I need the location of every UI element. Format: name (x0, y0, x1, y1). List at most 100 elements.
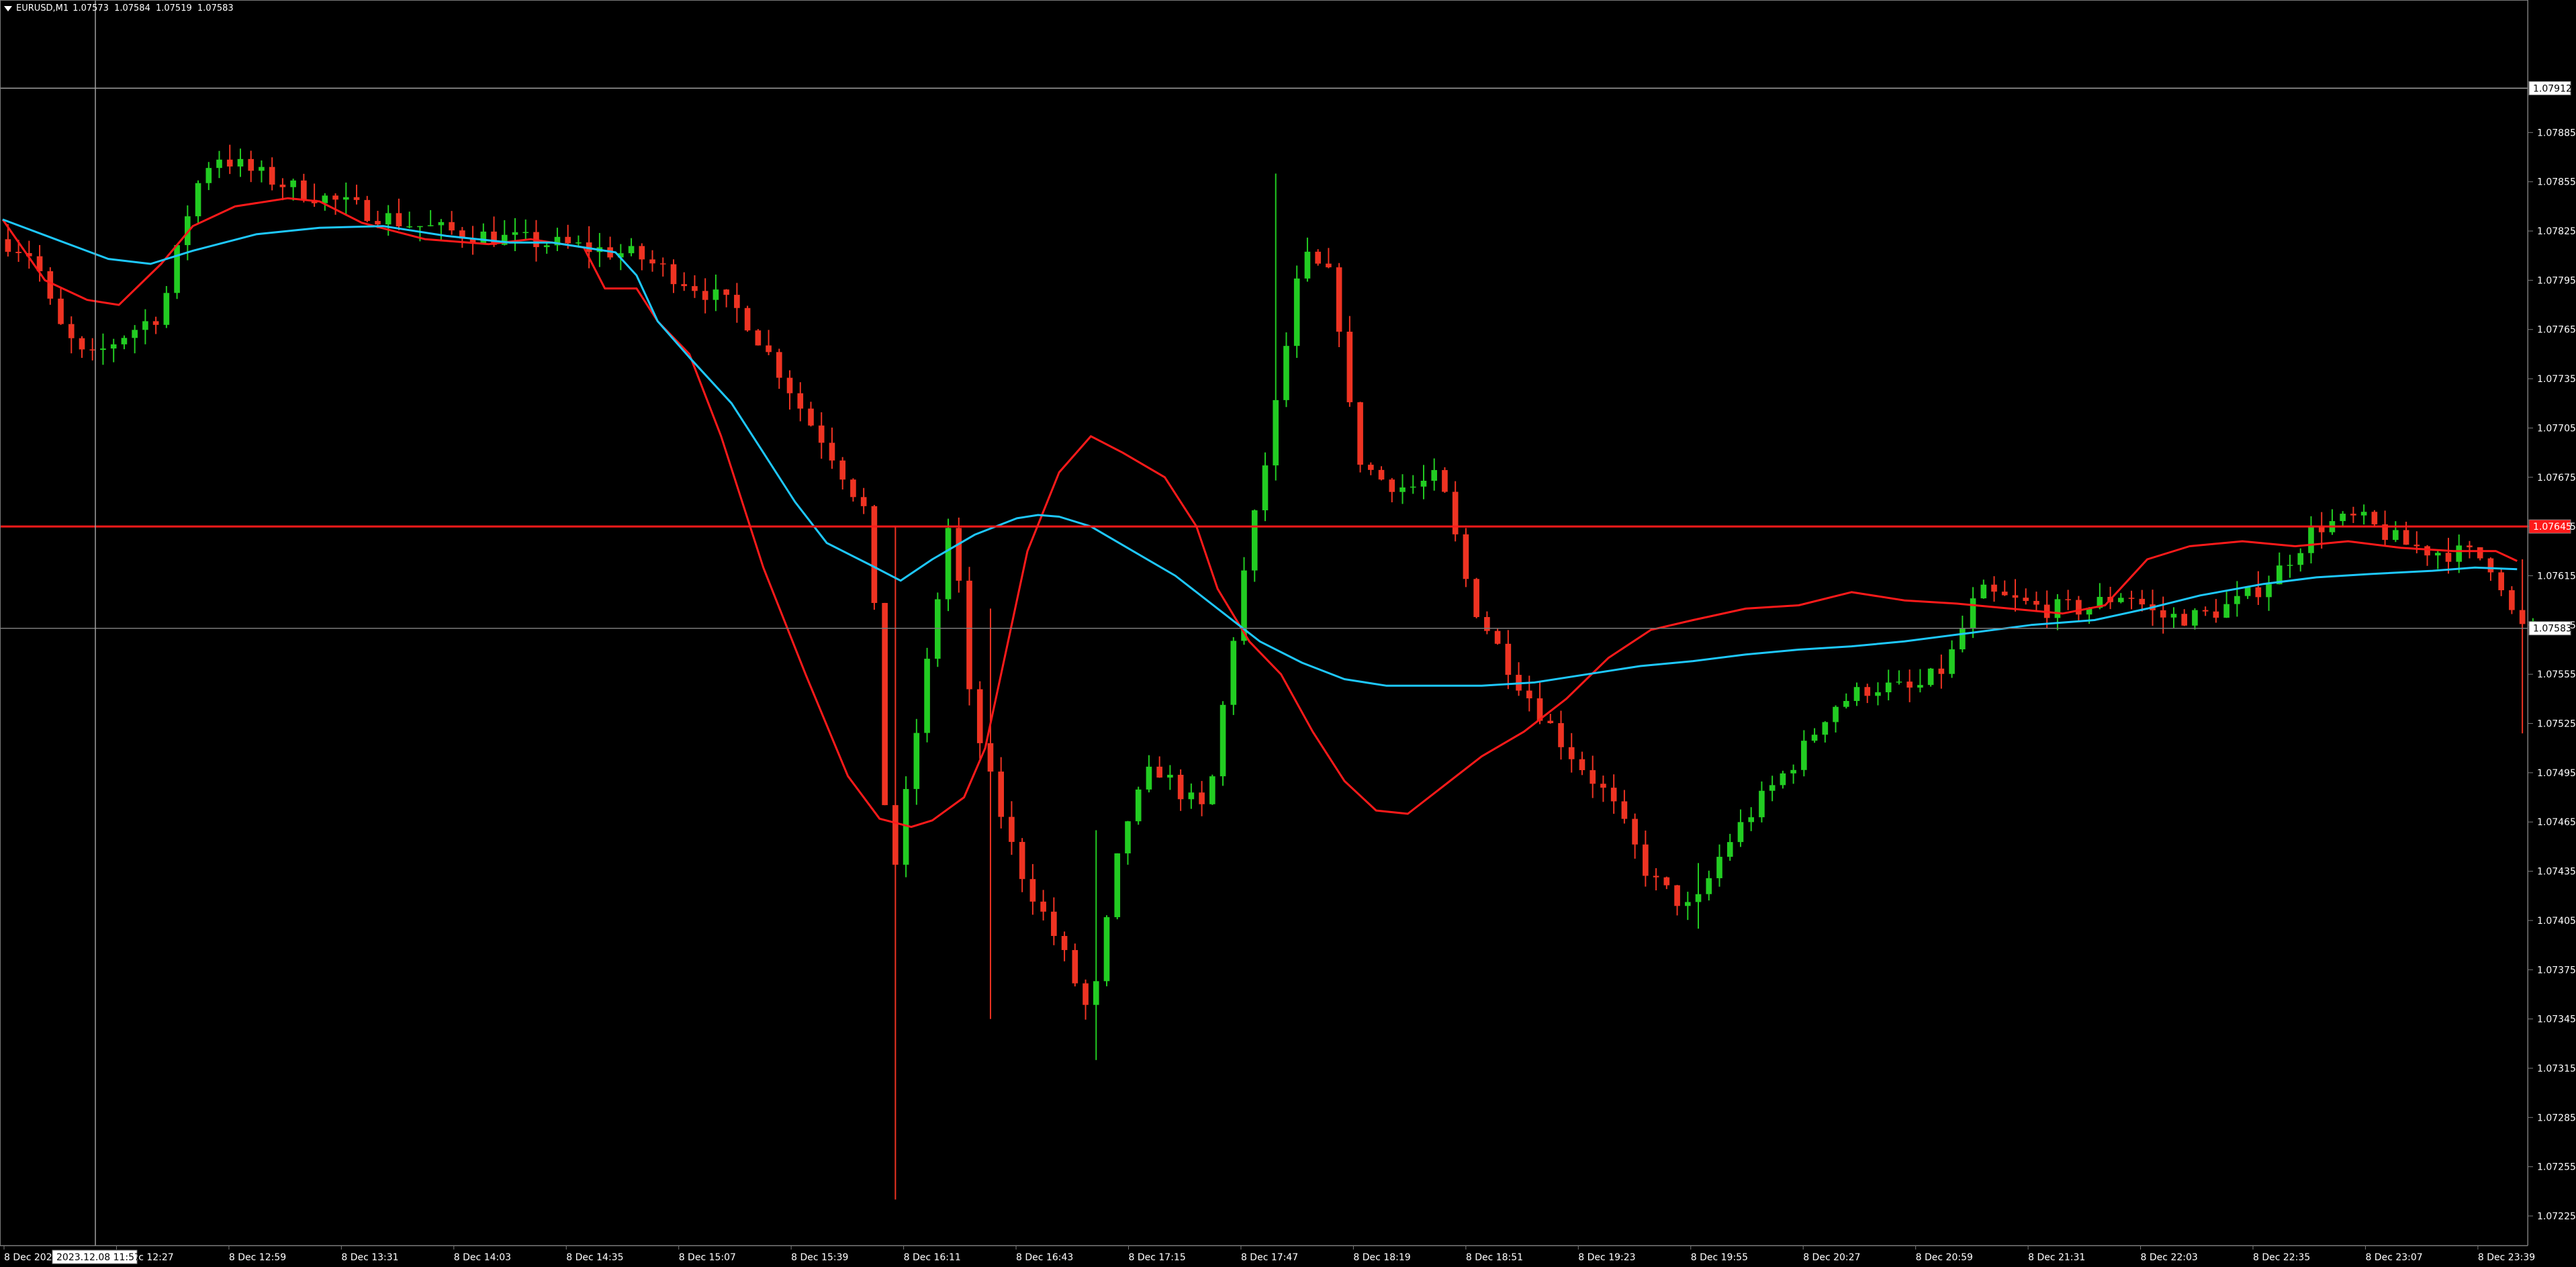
candle (79, 336, 85, 358)
candle (1346, 316, 1353, 407)
candle (1019, 838, 1025, 892)
candle-body (766, 345, 772, 353)
candle-body (2181, 614, 2188, 626)
candle (659, 257, 666, 277)
candle (364, 195, 371, 222)
candle (1167, 765, 1173, 790)
candle (2445, 537, 2452, 574)
price-tick-label: 1.07765 (2537, 325, 2576, 336)
candle-body (1420, 481, 1427, 487)
candle-body (2487, 558, 2494, 573)
symbol-dropdown-icon[interactable] (4, 6, 12, 11)
candle-body (79, 338, 85, 350)
candle (2276, 552, 2283, 585)
candle-body (2456, 545, 2463, 562)
candle-body (269, 167, 275, 185)
candle (342, 182, 349, 214)
candle (850, 478, 856, 502)
candle (1336, 263, 1342, 347)
candle-body (1748, 817, 1754, 823)
candle (2413, 531, 2420, 554)
candle (1463, 528, 1469, 588)
candle-body (2160, 610, 2166, 618)
candle-body (68, 324, 75, 338)
candle (607, 236, 613, 260)
moving-averages-layer (1, 197, 2518, 829)
time-axis[interactable]: 8 Dec 2023 8 Dec 12:27 8 Dec 12:59 8 Dec 13… (0, 1246, 2535, 1264)
candle-body (1019, 841, 1025, 880)
candle-body (2076, 600, 2082, 615)
candle-body (818, 425, 825, 443)
candle (406, 212, 412, 228)
candle (237, 148, 244, 177)
candle (1610, 774, 1617, 814)
candle (712, 274, 719, 312)
candle-body (2477, 547, 2483, 559)
candle (1684, 892, 1691, 921)
candle (1780, 770, 1786, 789)
candle-body (1209, 776, 1215, 804)
candle (121, 335, 128, 350)
candle (1368, 462, 1374, 475)
candle (1590, 755, 1596, 798)
candle-body (956, 528, 962, 581)
candle-body (396, 213, 402, 227)
candle (1040, 890, 1046, 921)
time-tick-label: 8 Dec 23:07 (2365, 1252, 2422, 1263)
candle-body (1568, 747, 1575, 759)
candle-body (1727, 842, 1733, 857)
candle-body (2445, 553, 2452, 562)
candle-body (216, 159, 222, 169)
candle (2255, 571, 2262, 606)
candle (2371, 510, 2378, 528)
candle-body (2234, 596, 2240, 604)
price-tick-label: 1.07225 (2537, 1211, 2576, 1222)
candle-body (945, 528, 952, 600)
candle (290, 179, 296, 201)
candle (576, 235, 582, 247)
candle-body (1368, 465, 1374, 470)
time-tick-label: 8 Dec 15:07 (679, 1252, 736, 1263)
candle-body (1103, 917, 1110, 982)
candle-body (1009, 816, 1015, 842)
candle-body (2360, 512, 2367, 516)
candle (1009, 801, 1015, 855)
candle-body (1442, 470, 1448, 492)
candle-body (2519, 610, 2526, 624)
candle (692, 275, 698, 298)
candle (2308, 516, 2314, 564)
candle (998, 757, 1005, 829)
candle (649, 250, 655, 272)
candle-body (1579, 759, 1585, 771)
candle (2033, 592, 2039, 612)
crosshair-time-text: 2023.12.08 11:57 (56, 1252, 140, 1263)
candle-body (1653, 876, 1659, 878)
candle (226, 144, 233, 175)
candle (1494, 628, 1501, 645)
candle (1283, 332, 1289, 408)
candle (1357, 402, 1363, 473)
time-tick-label: 8 Dec 16:43 (1016, 1252, 1073, 1263)
ohlc-values: 1.07573 1.07584 1.07519 1.07583 (73, 1, 236, 16)
candle (2023, 588, 2029, 605)
candle-body (417, 226, 423, 228)
candle-body (659, 263, 666, 265)
candle-body (449, 222, 455, 231)
candle-body (702, 291, 708, 300)
horizontal-line-price-label-text: 1.07645 (2533, 522, 2572, 532)
candle (2477, 547, 2483, 561)
candle (976, 681, 983, 759)
candle-body (1463, 534, 1469, 579)
price-chart[interactable]: 1.07885 1.07855 1.07825 1.07795 1.07765 1.077… (0, 0, 2576, 1267)
chart-window[interactable]: 1.07885 1.07855 1.07825 1.07795 1.07765 1.077… (0, 0, 2576, 1267)
candle (1431, 458, 1438, 491)
candle (1410, 475, 1416, 494)
price-axis[interactable]: 1.07885 1.07855 1.07825 1.07795 1.07765 1.077… (0, 0, 2576, 1246)
candle-body (1864, 687, 1871, 696)
candle-body (1674, 885, 1680, 906)
candle (1135, 786, 1142, 825)
candle-body (438, 222, 445, 226)
candle-body (364, 199, 371, 222)
candle-body (1621, 801, 1628, 819)
candle-body (110, 344, 117, 349)
